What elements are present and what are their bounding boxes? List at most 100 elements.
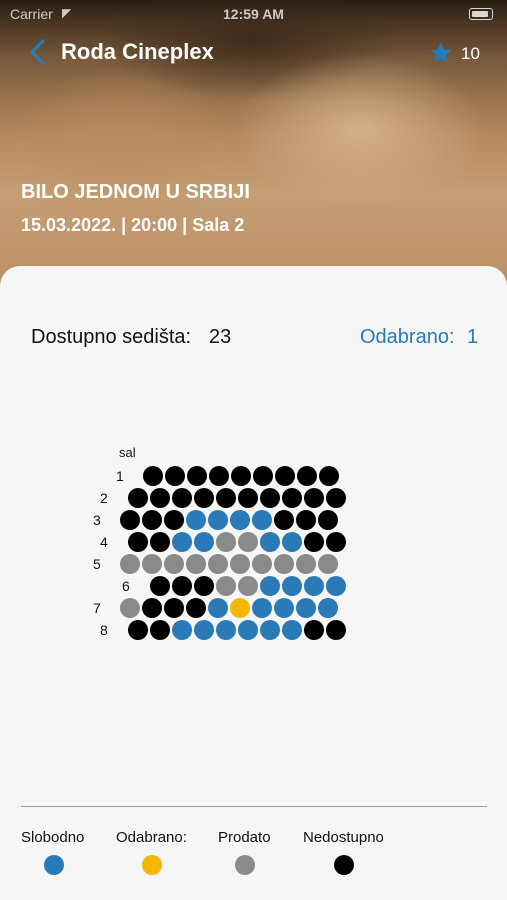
- seat-unavailable: [194, 488, 214, 508]
- seat-free[interactable]: [260, 532, 280, 552]
- seat-unavailable: [142, 510, 162, 530]
- seat-unavailable: [319, 466, 339, 486]
- legend-color-dot: [142, 855, 162, 875]
- seat-free[interactable]: [274, 598, 294, 618]
- seat-free[interactable]: [238, 620, 258, 640]
- seat-unavailable: [304, 620, 324, 640]
- seat-sold: [238, 532, 258, 552]
- battery-icon: [469, 8, 493, 20]
- seat-unavailable: [296, 510, 316, 530]
- seat-unavailable: [238, 488, 258, 508]
- legend-label: Nedostupno: [303, 829, 384, 846]
- seat-free[interactable]: [230, 510, 250, 530]
- seat-unavailable: [142, 598, 162, 618]
- status-time: 12:59 AM: [223, 6, 284, 22]
- seat-unavailable: [164, 598, 184, 618]
- selected-seats-count: 1: [467, 326, 479, 348]
- seat-unavailable: [164, 510, 184, 530]
- seat-unavailable: [194, 576, 214, 596]
- divider: [21, 806, 487, 807]
- row-label: 5: [93, 556, 101, 572]
- seat-free[interactable]: [208, 510, 228, 530]
- seat-free[interactable]: [260, 576, 280, 596]
- legend-color-dot: [334, 855, 354, 875]
- seat-free[interactable]: [304, 576, 324, 596]
- seat-unavailable: [304, 532, 324, 552]
- seat-unavailable: [274, 510, 294, 530]
- seat-free[interactable]: [318, 598, 338, 618]
- screening-info: 15.03.2022. | 20:00 | Sala 2: [21, 215, 245, 235]
- seat-unavailable: [253, 466, 273, 486]
- seat-free[interactable]: [194, 620, 214, 640]
- seat-free[interactable]: [216, 620, 236, 640]
- seat-sold: [230, 554, 250, 574]
- hall-label: sal: [119, 445, 136, 460]
- seat-unavailable: [282, 488, 302, 508]
- seat-selected[interactable]: [230, 598, 250, 618]
- seat-sold: [164, 554, 184, 574]
- seat-free[interactable]: [194, 532, 214, 552]
- seat-free[interactable]: [260, 620, 280, 640]
- seat-free[interactable]: [326, 576, 346, 596]
- seat-unavailable: [187, 466, 207, 486]
- seat-sold: [216, 532, 236, 552]
- seat-free[interactable]: [296, 598, 316, 618]
- seat-unavailable: [128, 488, 148, 508]
- seat-unavailable: [275, 466, 295, 486]
- seat-unavailable: [326, 488, 346, 508]
- seat-unavailable: [150, 488, 170, 508]
- seat-unavailable: [150, 532, 170, 552]
- seat-free[interactable]: [172, 532, 192, 552]
- seat-unavailable: [209, 466, 229, 486]
- seat-unavailable: [326, 532, 346, 552]
- seat-free[interactable]: [208, 598, 228, 618]
- row-label: 1: [116, 468, 124, 484]
- seat-sold: [296, 554, 316, 574]
- legend-label: Prodato: [218, 829, 271, 846]
- seat-free[interactable]: [282, 576, 302, 596]
- seat-sold: [120, 554, 140, 574]
- cinema-title: Roda Cineplex: [61, 39, 214, 64]
- favorite-button[interactable]: [428, 40, 454, 66]
- back-button[interactable]: [26, 38, 50, 66]
- row-label: 8: [100, 622, 108, 638]
- seat-unavailable: [186, 598, 206, 618]
- row-label: 7: [93, 600, 101, 616]
- seat-free[interactable]: [186, 510, 206, 530]
- seat-unavailable: [172, 488, 192, 508]
- row-label: 4: [100, 534, 108, 550]
- movie-title: BILO JEDNOM U SRBIJI: [21, 181, 250, 203]
- legend-label: Slobodno: [21, 829, 85, 846]
- row-label: 2: [100, 490, 108, 506]
- seat-free[interactable]: [172, 620, 192, 640]
- legend-label: Odabrano:: [116, 829, 187, 846]
- seat-unavailable: [150, 576, 170, 596]
- seat-sold: [120, 598, 140, 618]
- seat-unavailable: [143, 466, 163, 486]
- star-icon: [430, 42, 452, 63]
- seat-free[interactable]: [282, 620, 302, 640]
- legend-color-dot: [235, 855, 255, 875]
- favorite-count: 10: [461, 44, 480, 63]
- seat-free[interactable]: [282, 532, 302, 552]
- seat-sold: [238, 576, 258, 596]
- seat-unavailable: [216, 488, 236, 508]
- seat-free[interactable]: [252, 510, 272, 530]
- seat-unavailable: [260, 488, 280, 508]
- seat-free[interactable]: [252, 598, 272, 618]
- seat-unavailable: [165, 466, 185, 486]
- chevron-left-icon: [30, 39, 45, 65]
- seat-unavailable: [304, 488, 324, 508]
- available-seats-count: 23: [209, 326, 232, 348]
- seat-sold: [318, 554, 338, 574]
- seat-unavailable: [128, 532, 148, 552]
- seat-sold: [274, 554, 294, 574]
- selected-seats-label: Odabrano:: [360, 326, 455, 348]
- row-label: 6: [122, 578, 130, 594]
- seat-sold: [216, 576, 236, 596]
- seat-unavailable: [172, 576, 192, 596]
- seat-unavailable: [128, 620, 148, 640]
- seat-unavailable: [150, 620, 170, 640]
- seat-sold: [186, 554, 206, 574]
- available-seats-label: Dostupno sedišta:: [31, 326, 192, 348]
